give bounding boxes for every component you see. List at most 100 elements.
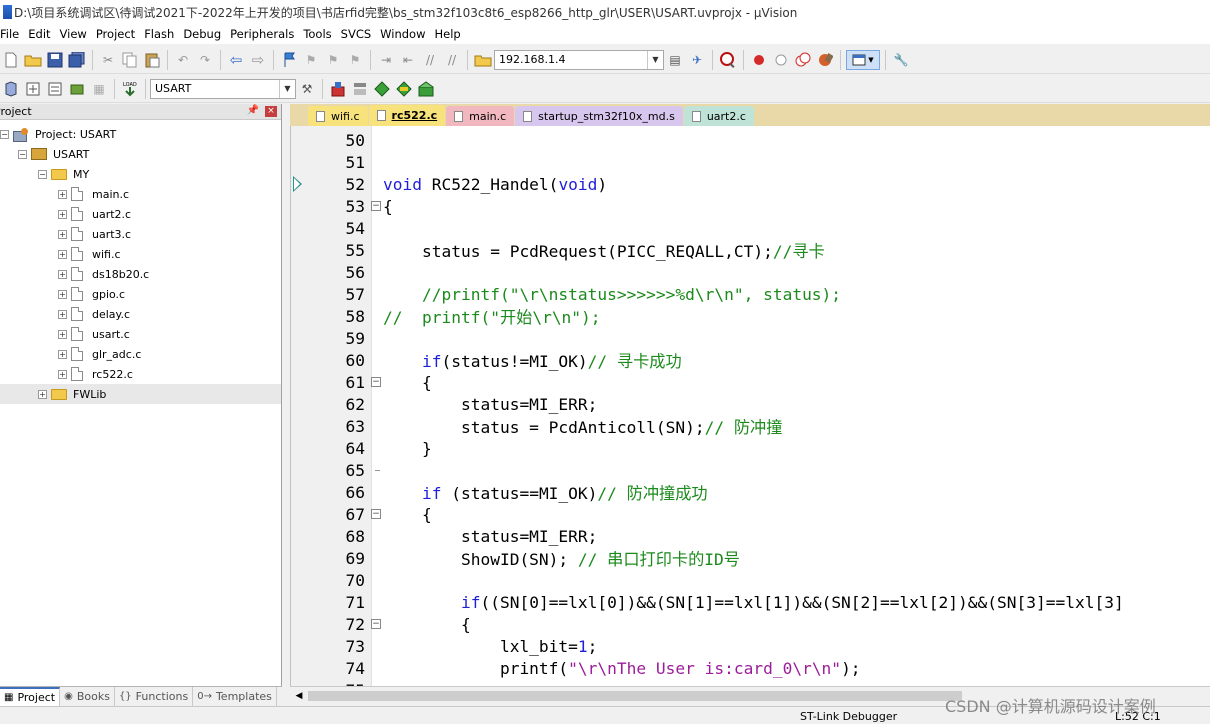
code-line[interactable]: 54	[291, 217, 1210, 239]
indent-icon[interactable]: ⇥	[376, 50, 396, 70]
download-load-icon[interactable]: LOAD	[120, 79, 140, 99]
tree-item-file[interactable]: + rc522.c	[0, 364, 281, 384]
code-line[interactable]: 58 // printf("开始\r\n");	[291, 305, 1210, 328]
code-line[interactable]: 71 if((SN[0]==lxl[0])&&(SN[1]==lxl[1])&&…	[291, 591, 1210, 613]
scrollbar-thumb[interactable]	[308, 691, 962, 701]
collapse-icon[interactable]: −	[38, 169, 47, 179]
pack-installer-icon[interactable]	[394, 79, 414, 99]
close-icon[interactable]: ×	[265, 106, 277, 117]
editor-tab-uart2-c[interactable]: uart2.c	[683, 106, 754, 126]
chevron-down-icon[interactable]: ▼	[279, 79, 295, 98]
bookmark-prev-icon[interactable]: ⚑	[301, 50, 321, 70]
menu-tools[interactable]: Tools	[303, 27, 340, 41]
target-options-icon[interactable]: ⚒	[297, 79, 317, 99]
code-line[interactable]: 52 void RC522_Handel(void)	[291, 173, 1210, 195]
menu-project[interactable]: Project	[96, 27, 144, 41]
translate-icon[interactable]	[1, 79, 21, 99]
expand-icon[interactable]: +	[38, 389, 47, 399]
menu-debug[interactable]: Debug	[183, 27, 230, 41]
package-icon[interactable]	[416, 79, 436, 99]
code-line[interactable]: 73 lxl_bit=1;	[291, 635, 1210, 657]
manage-rte-icon[interactable]	[372, 79, 392, 99]
fold-collapse-icon[interactable]: −	[371, 619, 381, 629]
panel-tab-books[interactable]: ◉ Books	[60, 687, 115, 706]
save-all-icon[interactable]	[67, 50, 87, 70]
find-icon[interactable]: ▤	[665, 50, 685, 70]
stop-build-icon[interactable]: ▦	[89, 79, 109, 99]
tree-item-file[interactable]: + usart.c	[0, 324, 281, 344]
pin-icon[interactable]: 📌	[247, 105, 259, 116]
kill-all-breakpoints-icon[interactable]	[815, 50, 835, 70]
fold-collapse-icon[interactable]: −	[371, 509, 381, 519]
code-line[interactable]: 64 }	[291, 437, 1210, 459]
tree-item-file[interactable]: + main.c	[0, 184, 281, 204]
menu-peripherals[interactable]: Peripherals	[230, 27, 303, 41]
menu-window[interactable]: Window	[380, 27, 434, 41]
navigate-back-icon[interactable]: ⇦	[226, 50, 246, 70]
code-line[interactable]: 51	[291, 151, 1210, 173]
find-combo[interactable]: 192.168.1.4 ▼	[494, 49, 664, 70]
expand-icon[interactable]: +	[58, 309, 67, 319]
panel-tab-templates[interactable]: 0→ Templates	[193, 687, 277, 706]
configure-wrench-icon[interactable]: 🔧	[891, 50, 911, 70]
editor-tab-startup-stm32f10x-md-s[interactable]: startup_stm32f10x_md.s	[515, 106, 683, 126]
chevron-down-icon[interactable]: ▼	[647, 50, 663, 69]
tree-item-file[interactable]: + delay.c	[0, 304, 281, 324]
select-packs-icon[interactable]	[350, 79, 370, 99]
fold-collapse-icon[interactable]: −	[371, 377, 381, 387]
navigate-forward-icon[interactable]: ⇨	[248, 50, 268, 70]
collapse-icon[interactable]: −	[18, 149, 27, 159]
tree-item-file[interactable]: + uart2.c	[0, 204, 281, 224]
editor-tab-main-c[interactable]: main.c	[446, 106, 515, 126]
rebuild-icon[interactable]	[45, 79, 65, 99]
code-line[interactable]: 65	[291, 459, 1210, 481]
comment-icon[interactable]: //	[420, 50, 440, 70]
tree-item-file[interactable]: + wifi.c	[0, 244, 281, 264]
code-line[interactable]: 56	[291, 261, 1210, 283]
menu-flash[interactable]: Flash	[144, 27, 183, 41]
unindent-icon[interactable]: ⇤	[398, 50, 418, 70]
code-line[interactable]: 75	[291, 679, 1210, 687]
collapse-icon[interactable]: −	[0, 129, 9, 139]
code-line[interactable]: 66 if (status==MI_OK)// 防冲撞成功	[291, 481, 1210, 504]
code-line[interactable]: 61 {	[291, 371, 1210, 393]
editor-tab-wifi-c[interactable]: wifi.c	[308, 106, 368, 126]
menu-view[interactable]: View	[60, 27, 96, 41]
code-line[interactable]: 69 ShowID(SN); // 串口打印卡的ID号	[291, 547, 1210, 570]
expand-icon[interactable]: +	[58, 189, 67, 199]
tree-item-folder[interactable]: − MY	[0, 164, 281, 184]
code-line[interactable]: 68 status=MI_ERR;	[291, 525, 1210, 547]
editor-tab-rc522-c[interactable]: rc522.c	[368, 105, 446, 126]
menu-help[interactable]: Help	[435, 27, 470, 41]
uncomment-icon[interactable]: //	[442, 50, 462, 70]
save-icon[interactable]	[45, 50, 65, 70]
expand-icon[interactable]: +	[58, 269, 67, 279]
panel-tab-project[interactable]: ▦ Project	[0, 687, 61, 706]
disable-all-breakpoints-icon[interactable]	[793, 50, 813, 70]
expand-icon[interactable]: +	[58, 249, 67, 259]
bookmark-next-icon[interactable]: ⚑	[323, 50, 343, 70]
new-file-icon[interactable]	[1, 50, 21, 70]
target-select[interactable]: USART ▼	[150, 78, 296, 99]
enable-breakpoint-icon[interactable]	[771, 50, 791, 70]
code-line[interactable]: 63 status = PcdAnticoll(SN);// 防冲撞	[291, 415, 1210, 438]
code-line[interactable]: 55 status = PcdRequest(PICC_REQALL,CT);/…	[291, 239, 1210, 262]
expand-icon[interactable]: +	[58, 229, 67, 239]
window-layout-icon[interactable]: ▼	[846, 49, 880, 70]
redo-icon[interactable]: ↷	[195, 50, 215, 70]
expand-icon[interactable]: +	[58, 349, 67, 359]
scroll-left-icon[interactable]: ◀	[292, 689, 306, 703]
tree-item-file[interactable]: + ds18b20.c	[0, 264, 281, 284]
cut-icon[interactable]: ✂	[98, 50, 118, 70]
code-editor[interactable]: 50 51 52 void RC522_Handel(void) 53{−54 55 st…	[290, 126, 1210, 686]
insert-breakpoint-icon[interactable]	[749, 50, 769, 70]
menu-file[interactable]: File	[0, 27, 28, 41]
build-icon[interactable]	[23, 79, 43, 99]
tree-item-file[interactable]: + glr_adc.c	[0, 344, 281, 364]
copy-icon[interactable]	[120, 50, 140, 70]
tree-item-folder[interactable]: + FWLib	[0, 384, 281, 404]
bookmark-toggle-icon[interactable]	[279, 50, 299, 70]
code-line[interactable]: 57 //printf("\r\nstatus>>>>>>%d\r\n", st…	[291, 283, 1210, 305]
tree-item-target[interactable]: − USART	[0, 144, 281, 164]
tree-item-file[interactable]: + gpio.c	[0, 284, 281, 304]
